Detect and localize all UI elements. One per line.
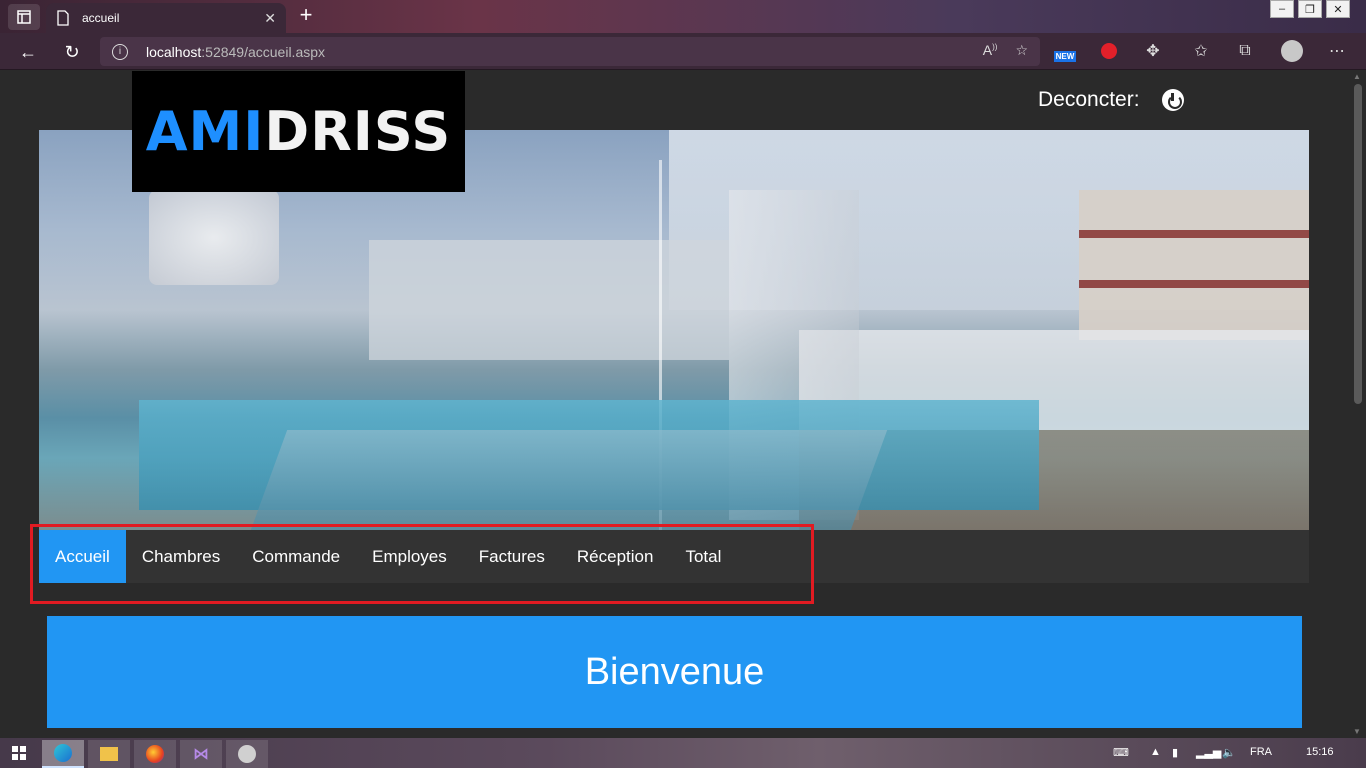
new-badge: NEW <box>1053 50 1077 62</box>
logout-label: Deconcter: <box>1038 88 1140 111</box>
adblock-icon[interactable] <box>1098 39 1120 63</box>
logout-area: Deconcter: <box>1038 88 1184 112</box>
scroll-down-icon[interactable]: ▼ <box>1353 727 1361 736</box>
browser-toolbar: ← ↻ i localhost:52849/accueil.aspx A)) ☆… <box>0 33 1366 70</box>
language-indicator[interactable]: FRA <box>1250 746 1272 758</box>
restore-icon[interactable]: ❐ <box>1298 0 1322 18</box>
refresh-icon[interactable]: ↻ <box>59 39 85 65</box>
minimize-icon[interactable]: – <box>1270 0 1294 18</box>
scrollbar-thumb[interactable] <box>1354 84 1362 404</box>
power-icon[interactable] <box>1161 89 1184 111</box>
url-host: localhost <box>146 43 202 60</box>
read-aloud-icon[interactable]: A)) <box>983 42 998 59</box>
url-path: :52849/accueil.aspx <box>201 43 326 60</box>
extension-new-icon[interactable]: NEW <box>1052 39 1078 63</box>
window-controls: – ❐ ✕ <box>1270 0 1350 18</box>
page-viewport: AMI DRISS Deconcter: Accueil Chambres Com… <box>0 70 1350 738</box>
keyboard-icon[interactable]: ⌨ <box>1113 746 1129 759</box>
favorites-icon[interactable]: ✩ <box>1190 39 1212 63</box>
tab-close-icon[interactable]: ✕ <box>264 10 276 27</box>
scroll-up-icon[interactable]: ▲ <box>1353 72 1361 81</box>
network-icon[interactable]: ▂▃▅ <box>1196 746 1221 759</box>
nav-highlight-box <box>30 524 814 604</box>
extensions-puzzle-icon[interactable]: ✥ <box>1142 39 1164 63</box>
info-icon[interactable]: i <box>112 43 128 60</box>
tab-actions-icon <box>17 10 31 24</box>
back-arrow-icon[interactable]: ← <box>15 39 41 65</box>
collections-icon[interactable]: ⧉ <box>1234 39 1256 63</box>
battery-icon[interactable]: ▮ <box>1172 746 1178 759</box>
new-tab-button[interactable]: + <box>294 4 318 28</box>
tab-title: accueil <box>82 11 120 25</box>
add-favorite-icon[interactable]: ☆ <box>1015 42 1028 59</box>
browser-tab-bar: accueil ✕ + – ❐ ✕ <box>0 0 1366 33</box>
welcome-banner: Bienvenue <box>47 616 1302 728</box>
logo-text-ami: AMI <box>145 100 265 163</box>
profile-avatar-icon[interactable] <box>1280 39 1304 63</box>
windows-taskbar: ⋈ ⌨ ▲ ▮ ▂▃▅ 🔈 FRA 15:16 <box>0 738 1366 768</box>
taskbar-firefox-icon[interactable] <box>134 740 176 768</box>
logo-text-driss: DRISS <box>264 100 452 163</box>
taskbar-app-icon[interactable] <box>226 740 268 768</box>
clock-time[interactable]: 15:16 <box>1306 746 1334 758</box>
taskbar-visual-studio-icon[interactable]: ⋈ <box>180 740 222 768</box>
taskbar-file-explorer-icon[interactable] <box>88 740 130 768</box>
page-icon <box>57 10 69 26</box>
windows-start-icon[interactable] <box>12 746 26 760</box>
browser-tab[interactable]: accueil ✕ <box>46 3 286 33</box>
close-window-icon[interactable]: ✕ <box>1326 0 1350 18</box>
taskbar-edge-icon[interactable] <box>42 740 84 768</box>
more-menu-icon[interactable]: ⋯ <box>1326 39 1348 63</box>
volume-icon[interactable]: 🔈 <box>1222 746 1236 759</box>
welcome-title: Bienvenue <box>584 650 765 693</box>
tab-actions-button[interactable] <box>8 4 40 30</box>
site-logo[interactable]: AMI DRISS <box>132 71 465 192</box>
tray-overflow-icon[interactable]: ▲ <box>1150 746 1161 758</box>
page-scrollbar[interactable]: ▲ ▼ <box>1350 70 1366 738</box>
address-bar[interactable]: i localhost:52849/accueil.aspx A)) ☆ <box>100 37 1040 66</box>
